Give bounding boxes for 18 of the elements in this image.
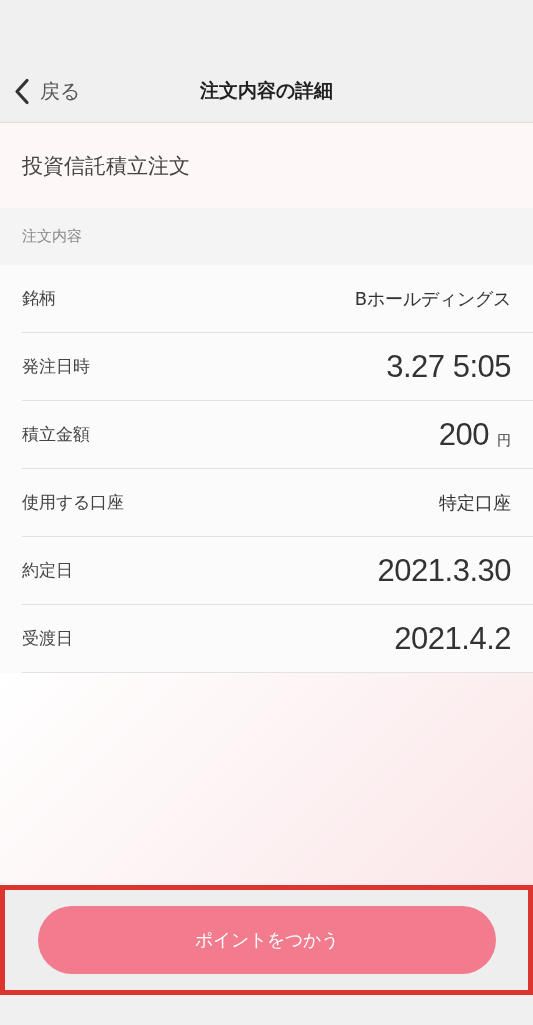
- row-value: Bホールディングス: [354, 286, 511, 311]
- chevron-left-icon: [14, 78, 30, 104]
- row-label: 使用する口座: [22, 491, 124, 514]
- row-value: 特定口座: [439, 490, 511, 515]
- page-title: 注文内容の詳細: [200, 78, 333, 103]
- row-label: 発注日時: [22, 355, 90, 378]
- row-label: 受渡日: [22, 627, 73, 650]
- row-label: 約定日: [22, 559, 73, 582]
- row-label: 積立金額: [22, 423, 90, 446]
- back-button[interactable]: 戻る: [10, 73, 84, 109]
- row-value: 200: [438, 416, 489, 453]
- row-value: 2021.4.2: [394, 620, 511, 657]
- row-value: 2021.3.30: [377, 552, 511, 589]
- section-header: 注文内容: [22, 227, 82, 246]
- row-value: 3.27 5:05: [386, 348, 511, 385]
- currency-unit: 円: [497, 431, 511, 450]
- row-label: 銘柄: [22, 287, 56, 310]
- order-type-title: 投資信託積立注文: [22, 152, 190, 180]
